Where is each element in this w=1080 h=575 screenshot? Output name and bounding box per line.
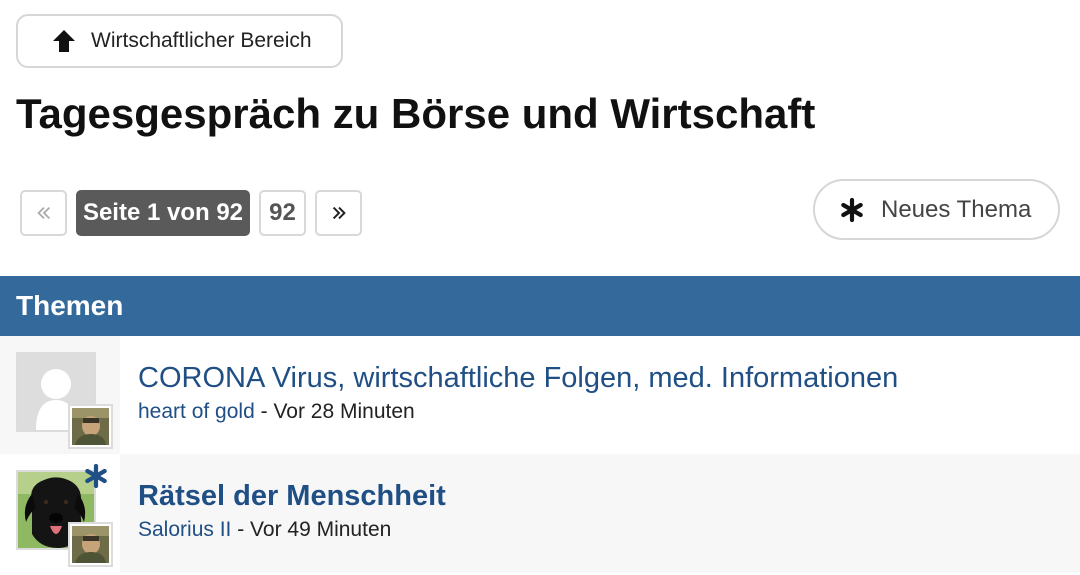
double-chevron-left-icon	[35, 204, 53, 222]
pager-next-button[interactable]	[315, 190, 362, 236]
back-button-label: Wirtschaftlicher Bereich	[91, 29, 312, 52]
topic-title-link[interactable]: CORONA Virus, wirtschaftliche Folgen, me…	[138, 362, 898, 395]
topic-title-link[interactable]: Rätsel der Menschheit	[138, 480, 446, 513]
new-topic-label: Neues Thema	[881, 195, 1032, 223]
topic-time: Vor 49 Minuten	[250, 518, 392, 541]
topic-row[interactable]: CORONA Virus, wirtschaftliche Folgen, me…	[0, 336, 1080, 454]
double-chevron-right-icon	[330, 204, 348, 222]
new-topic-marker-icon	[84, 463, 108, 489]
avatar-column	[0, 454, 120, 572]
meta-separator: -	[254, 400, 274, 423]
topic-time: Vor 28 Minuten	[273, 400, 415, 423]
topic-meta: heart of gold - Vor 28 Minuten	[138, 400, 415, 424]
user-avatar-thumbnail[interactable]	[68, 404, 113, 449]
back-to-parent-button[interactable]: Wirtschaftlicher Bereich	[16, 14, 343, 68]
topic-author-link[interactable]: heart of gold	[138, 400, 255, 423]
page-title: Tagesgespräch zu Börse und Wirtschaft	[16, 90, 816, 137]
asterisk-icon	[839, 197, 865, 223]
arrow-up-icon	[50, 27, 78, 55]
topic-meta: Salorius II - Vor 49 Minuten	[138, 518, 391, 542]
pager-last-page-button[interactable]: 92	[259, 190, 306, 236]
meta-separator: -	[231, 518, 251, 541]
pager-current-page[interactable]: Seite 1 von 92	[76, 190, 250, 236]
topic-author-link[interactable]: Salorius II	[138, 518, 231, 541]
pager-first-button[interactable]	[20, 190, 67, 236]
avatar-column	[0, 336, 120, 454]
topic-row[interactable]: Rätsel der Menschheit Salorius II - Vor …	[0, 454, 1080, 572]
section-header: Themen	[0, 276, 1080, 336]
user-avatar-thumbnail[interactable]	[68, 522, 113, 567]
new-topic-button[interactable]: Neues Thema	[813, 179, 1060, 240]
